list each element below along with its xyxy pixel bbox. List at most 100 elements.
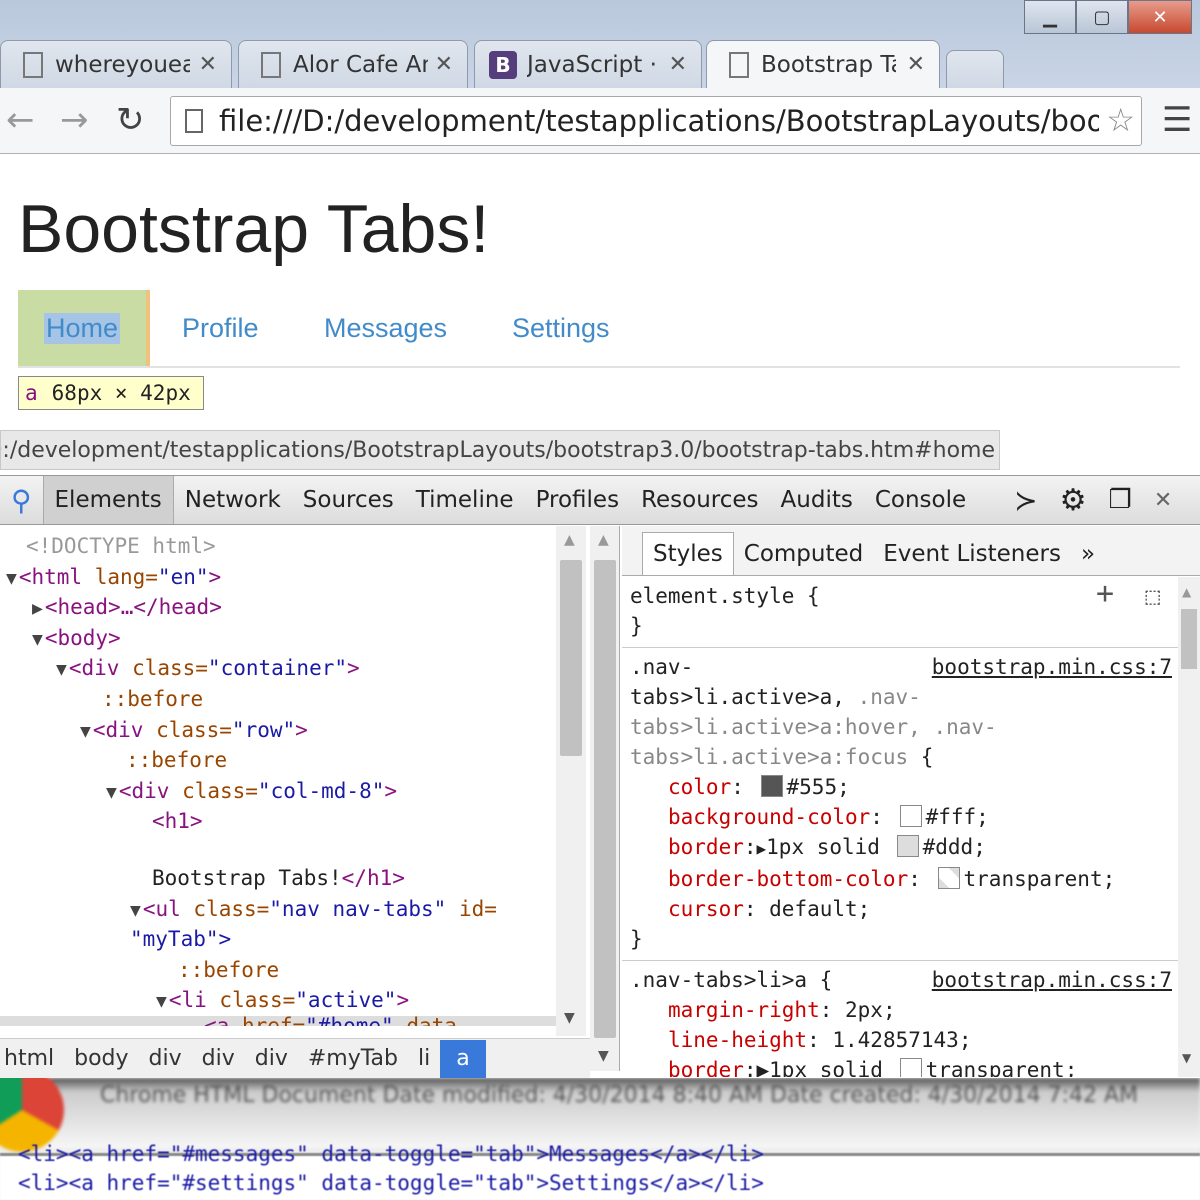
close-window-button[interactable]: ✕ <box>1128 0 1192 34</box>
close-tab-icon[interactable]: ✕ <box>907 52 925 77</box>
scrollbar-thumb[interactable] <box>560 560 582 756</box>
expanded-triangle-icon[interactable]: ▼ <box>32 629 43 650</box>
style-declaration[interactable]: margin-right: 2px; <box>630 995 1170 1025</box>
close-tab-icon[interactable]: ✕ <box>435 52 453 77</box>
tab-event-listeners[interactable]: Event Listeners <box>873 541 1071 575</box>
crumb-html[interactable]: html <box>0 1040 64 1078</box>
source-link[interactable]: bootstrap.min.css:7 <box>932 652 1172 682</box>
style-declaration[interactable]: line-height: 1.42857143; <box>630 1025 1170 1055</box>
dom-node-selected[interactable]: <a href="#home" data- <box>0 1015 556 1026</box>
crumb-div[interactable]: div <box>245 1040 298 1078</box>
dock-icon[interactable]: ❐ <box>1098 485 1143 515</box>
dom-node[interactable]: ▶<head>…</head> <box>0 592 556 623</box>
styles-scrollbar[interactable]: ▲ ▼ <box>1178 577 1200 1077</box>
search-icon[interactable]: ⚲ <box>0 484 43 517</box>
crumb-mytab[interactable]: #myTab <box>298 1040 408 1078</box>
style-declaration[interactable]: border:▶1px solid #ddd; <box>630 832 1170 864</box>
address-bar[interactable]: file:///D:/development/testapplications/… <box>170 96 1142 146</box>
crumb-li[interactable]: li <box>408 1040 440 1078</box>
close-icon[interactable]: ✕ <box>1143 488 1183 513</box>
expanded-triangle-icon[interactable]: ▼ <box>80 721 91 742</box>
style-declaration[interactable]: background-color: #fff; <box>630 802 1170 832</box>
scroll-up-icon[interactable]: ▲ <box>1182 585 1191 599</box>
scroll-up-icon[interactable]: ▲ <box>564 532 575 548</box>
devtools-tab-elements[interactable]: Elements <box>42 476 174 524</box>
browser-tab[interactable]: Alor Cafe An ✕ <box>238 40 468 88</box>
devtools-tab-profiles[interactable]: Profiles <box>525 487 631 513</box>
style-declaration[interactable]: cursor: default; <box>630 894 1170 924</box>
dom-text[interactable]: Bootstrap Tabs!</h1> <box>0 863 556 894</box>
tab-settings[interactable]: Settings <box>512 290 610 366</box>
scroll-down-icon[interactable]: ▼ <box>564 1010 575 1026</box>
style-declaration[interactable]: border-bottom-color: transparent; <box>630 864 1170 894</box>
style-declaration[interactable]: color: #555; <box>630 772 1170 802</box>
expanded-triangle-icon[interactable]: ▼ <box>130 900 141 921</box>
expand-triangle-icon[interactable]: ▶ <box>757 839 767 858</box>
close-tab-icon[interactable]: ✕ <box>669 52 687 77</box>
devtools-tab-timeline[interactable]: Timeline <box>405 487 525 513</box>
scrollbar-thumb[interactable] <box>1181 609 1197 669</box>
dom-node[interactable]: ▼<div class="container"> <box>0 653 556 684</box>
scroll-up-icon[interactable]: ▲ <box>598 532 609 548</box>
dom-pseudo[interactable]: ::before <box>0 745 556 776</box>
scrollbar-thumb[interactable] <box>594 560 616 1038</box>
color-swatch[interactable] <box>760 775 783 797</box>
color-swatch[interactable] <box>896 835 919 857</box>
new-tab-button[interactable] <box>946 50 1004 88</box>
dom-node[interactable]: ▼<html lang="en"> <box>0 562 556 593</box>
forward-icon[interactable]: → <box>60 100 89 140</box>
dom-node[interactable]: ▼<div class="col-md-8"> <box>0 776 556 807</box>
expanded-triangle-icon[interactable]: ▼ <box>6 568 17 589</box>
scroll-down-icon[interactable]: ▼ <box>598 1048 609 1064</box>
crumb-div[interactable]: div <box>139 1040 192 1078</box>
bookmark-star-icon[interactable]: ☆ <box>1106 101 1135 139</box>
console-drawer-icon[interactable]: ≻ <box>1003 484 1048 517</box>
close-tab-icon[interactable]: ✕ <box>199 52 217 77</box>
devtools-tab-audits[interactable]: Audits <box>770 487 864 513</box>
color-swatch[interactable] <box>899 805 922 827</box>
tab-messages[interactable]: Messages <box>324 290 447 366</box>
dom-tree[interactable]: <!DOCTYPE html> ▼<html lang="en"> ▶<head… <box>0 526 556 1026</box>
dom-node[interactable]: ▼<body> <box>0 623 556 654</box>
browser-tab[interactable]: BJavaScript · B✕ <box>474 40 702 88</box>
dom-node[interactable]: ▼<li class="active"> <box>0 985 556 1016</box>
tab-profile[interactable]: Profile <box>182 290 259 366</box>
more-tabs-icon[interactable]: » <box>1071 541 1105 575</box>
devtools-tab-sources[interactable]: Sources <box>292 487 405 513</box>
crumb-body[interactable]: body <box>64 1040 138 1078</box>
back-icon[interactable]: ← <box>6 100 35 140</box>
dom-scrollbar[interactable]: ▲ ▼ <box>556 526 586 1036</box>
browser-tab[interactable]: whereyoueat✕ <box>0 40 232 88</box>
add-rule-icon[interactable]: + <box>1096 579 1114 609</box>
tab-home[interactable]: Home <box>18 290 150 366</box>
browser-tab-active[interactable]: Bootstrap Ta ✕ <box>706 40 940 88</box>
source-link[interactable]: bootstrap.min.css:7 <box>932 965 1172 995</box>
dom-node[interactable]: ▼<div class="row"> <box>0 715 556 746</box>
dom-pseudo[interactable]: ::before <box>0 684 556 715</box>
dom-pseudo[interactable]: ::before <box>0 955 556 986</box>
dom-node[interactable]: <!DOCTYPE html> <box>0 531 556 562</box>
collapsed-triangle-icon[interactable]: ▶ <box>32 598 43 619</box>
color-swatch[interactable] <box>899 1058 922 1077</box>
scroll-down-icon[interactable]: ▼ <box>1182 1051 1191 1065</box>
gear-icon[interactable]: ⚙ <box>1049 483 1098 518</box>
devtools-tab-resources[interactable]: Resources <box>630 487 769 513</box>
reload-icon[interactable]: ↻ <box>116 100 145 140</box>
crumb-a[interactable]: a <box>440 1039 486 1078</box>
devtools-tab-console[interactable]: Console <box>864 487 977 513</box>
expanded-triangle-icon[interactable]: ▼ <box>106 782 117 803</box>
panel-scrollbar[interactable]: ▲ ▼ <box>590 526 620 1071</box>
toggle-state-icon[interactable]: ⬚ <box>1146 581 1160 611</box>
style-declaration[interactable]: border:▶1px solid transparent; <box>630 1055 1170 1077</box>
dom-node[interactable]: ▼<ul class="nav nav-tabs" id= <box>0 894 556 925</box>
expanded-triangle-icon[interactable]: ▼ <box>56 659 67 680</box>
tab-computed[interactable]: Computed <box>734 541 873 575</box>
maximize-button[interactable]: ▢ <box>1076 0 1128 34</box>
color-swatch[interactable] <box>937 867 960 889</box>
expanded-triangle-icon[interactable]: ▼ <box>156 991 167 1012</box>
minimize-button[interactable]: ▁ <box>1024 0 1076 34</box>
crumb-div[interactable]: div <box>192 1040 245 1078</box>
tab-styles[interactable]: Styles <box>642 532 734 575</box>
devtools-tab-network[interactable]: Network <box>174 487 292 513</box>
dom-node[interactable]: <h1> <box>0 806 556 837</box>
